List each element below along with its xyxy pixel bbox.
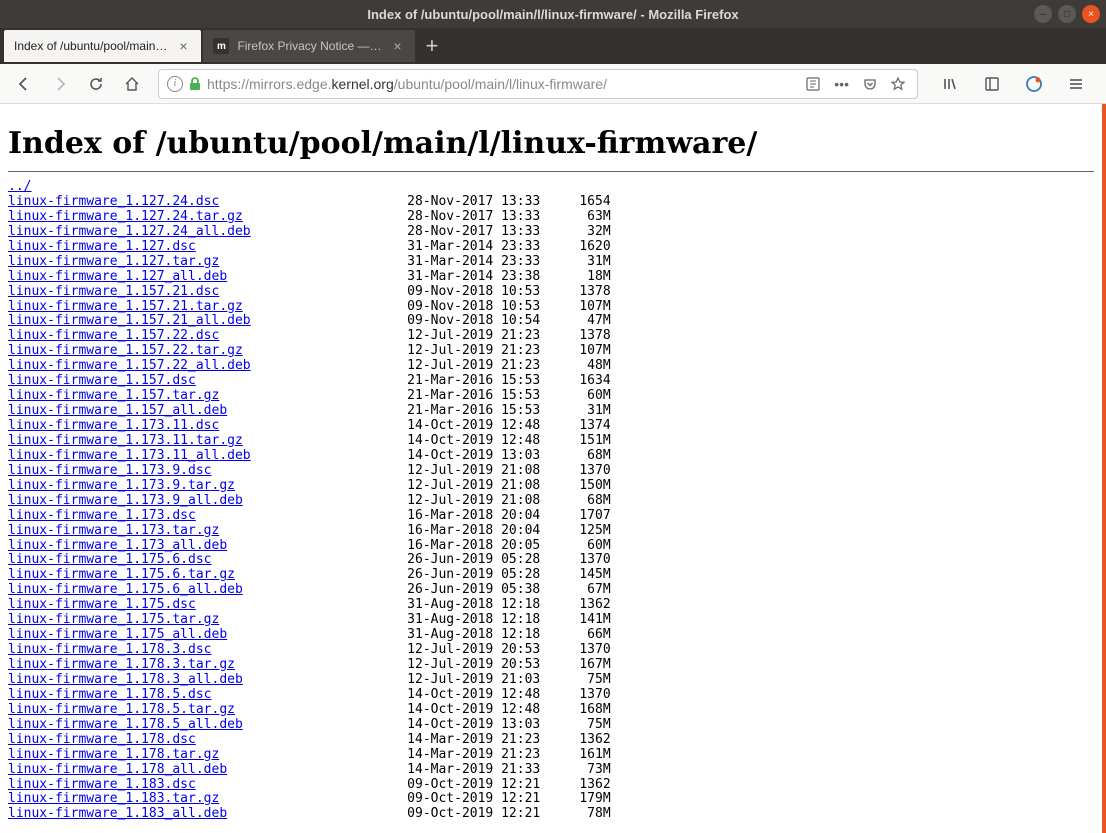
reload-button[interactable] — [80, 68, 112, 100]
favicon-icon: m — [213, 38, 229, 54]
file-link[interactable]: linux-firmware_1.173.9.dsc — [8, 463, 212, 478]
file-link[interactable]: linux-firmware_1.175.dsc — [8, 597, 196, 612]
file-link[interactable]: linux-firmware_1.178.dsc — [8, 732, 196, 747]
extension-icon[interactable] — [1018, 68, 1050, 100]
page-title: Index of /ubuntu/pool/main/l/linux-firmw… — [8, 126, 1094, 161]
file-link[interactable]: linux-firmware_1.157.22.dsc — [8, 328, 219, 343]
file-link[interactable]: linux-firmware_1.178_all.deb — [8, 762, 227, 777]
file-link[interactable]: linux-firmware_1.157.tar.gz — [8, 388, 219, 403]
window-controls: – □ × — [1034, 5, 1100, 23]
file-link[interactable]: linux-firmware_1.183.tar.gz — [8, 791, 219, 806]
directory-listing: ../ linux-firmware_1.127.24.dsc 28-Nov-2… — [8, 180, 1094, 822]
file-link[interactable]: linux-firmware_1.178.5_all.deb — [8, 717, 243, 732]
forward-button[interactable] — [44, 68, 76, 100]
page-content[interactable]: Index of /ubuntu/pool/main/l/linux-firmw… — [0, 104, 1106, 833]
bookmark-star-icon[interactable] — [887, 77, 909, 91]
file-link[interactable]: linux-firmware_1.127.24_all.deb — [8, 224, 251, 239]
tab-inactive[interactable]: m Firefox Privacy Notice —… × — [203, 30, 415, 62]
file-link[interactable]: linux-firmware_1.127.tar.gz — [8, 254, 219, 269]
window-title: Index of /ubuntu/pool/main/l/linux-firmw… — [367, 7, 738, 22]
info-icon[interactable]: i — [167, 76, 183, 92]
file-link[interactable]: linux-firmware_1.127_all.deb — [8, 269, 227, 284]
file-link[interactable]: linux-firmware_1.175.6_all.deb — [8, 582, 243, 597]
file-link[interactable]: linux-firmware_1.178.3.tar.gz — [8, 657, 235, 672]
file-link[interactable]: linux-firmware_1.173.tar.gz — [8, 523, 219, 538]
back-button[interactable] — [8, 68, 40, 100]
file-link[interactable]: linux-firmware_1.127.24.tar.gz — [8, 209, 243, 224]
new-tab-button[interactable]: + — [417, 33, 446, 59]
file-link[interactable]: linux-firmware_1.157.21_all.deb — [8, 313, 251, 328]
file-link[interactable]: linux-firmware_1.183_all.deb — [8, 806, 227, 821]
file-link[interactable]: linux-firmware_1.173.11.tar.gz — [8, 433, 243, 448]
reader-mode-icon[interactable] — [802, 77, 824, 91]
file-link[interactable]: linux-firmware_1.175.6.dsc — [8, 552, 212, 567]
file-link[interactable]: linux-firmware_1.173.dsc — [8, 508, 196, 523]
file-link[interactable]: linux-firmware_1.173.9.tar.gz — [8, 478, 235, 493]
file-link[interactable]: linux-firmware_1.178.5.tar.gz — [8, 702, 235, 717]
file-link[interactable]: linux-firmware_1.127.24.dsc — [8, 194, 219, 209]
pocket-icon[interactable] — [859, 77, 881, 91]
tab-label: Index of /ubuntu/pool/main… — [14, 39, 167, 53]
close-button[interactable]: × — [1082, 5, 1100, 23]
tab-bar: Index of /ubuntu/pool/main… × m Firefox … — [0, 28, 1106, 64]
file-link[interactable]: linux-firmware_1.173.9_all.deb — [8, 493, 243, 508]
file-link[interactable]: linux-firmware_1.157.22.tar.gz — [8, 343, 243, 358]
file-link[interactable]: linux-firmware_1.173.11.dsc — [8, 418, 219, 433]
file-link[interactable]: linux-firmware_1.157_all.deb — [8, 403, 227, 418]
window-titlebar: Index of /ubuntu/pool/main/l/linux-firmw… — [0, 0, 1106, 28]
page-actions-icon[interactable]: ••• — [830, 76, 853, 92]
file-link[interactable]: linux-firmware_1.183.dsc — [8, 777, 196, 792]
parent-dir-link[interactable]: ../ — [8, 179, 31, 194]
file-link[interactable]: linux-firmware_1.157.21.dsc — [8, 284, 219, 299]
home-button[interactable] — [116, 68, 148, 100]
file-link[interactable]: linux-firmware_1.178.tar.gz — [8, 747, 219, 762]
toolbar-right — [928, 68, 1098, 100]
file-link[interactable]: linux-firmware_1.175.6.tar.gz — [8, 567, 235, 582]
menu-icon[interactable] — [1060, 68, 1092, 100]
divider — [8, 171, 1094, 172]
file-link[interactable]: linux-firmware_1.157.22_all.deb — [8, 358, 251, 373]
file-link[interactable]: linux-firmware_1.175_all.deb — [8, 627, 227, 642]
file-link[interactable]: linux-firmware_1.178.5.dsc — [8, 687, 212, 702]
navigation-toolbar: i https://mirrors.edge.kernel.org/ubuntu… — [0, 64, 1106, 104]
sidebar-icon[interactable] — [976, 68, 1008, 100]
file-link[interactable]: linux-firmware_1.175.tar.gz — [8, 612, 219, 627]
url-bar[interactable]: i https://mirrors.edge.kernel.org/ubuntu… — [158, 69, 918, 99]
url-text: https://mirrors.edge.kernel.org/ubuntu/p… — [207, 76, 796, 92]
close-icon[interactable]: × — [389, 38, 405, 54]
file-link[interactable]: linux-firmware_1.127.dsc — [8, 239, 196, 254]
file-link[interactable]: linux-firmware_1.173_all.deb — [8, 538, 227, 553]
library-icon[interactable] — [934, 68, 966, 100]
file-link[interactable]: linux-firmware_1.157.dsc — [8, 373, 196, 388]
close-icon[interactable]: × — [175, 38, 191, 54]
file-link[interactable]: linux-firmware_1.178.3_all.deb — [8, 672, 243, 687]
minimize-button[interactable]: – — [1034, 5, 1052, 23]
lock-icon — [189, 77, 201, 91]
file-link[interactable]: linux-firmware_1.178.3.dsc — [8, 642, 212, 657]
tab-label: Firefox Privacy Notice —… — [237, 39, 381, 53]
file-link[interactable]: linux-firmware_1.157.21.tar.gz — [8, 299, 243, 314]
tab-active[interactable]: Index of /ubuntu/pool/main… × — [4, 30, 201, 62]
file-link[interactable]: linux-firmware_1.173.11_all.deb — [8, 448, 251, 463]
maximize-button[interactable]: □ — [1058, 5, 1076, 23]
